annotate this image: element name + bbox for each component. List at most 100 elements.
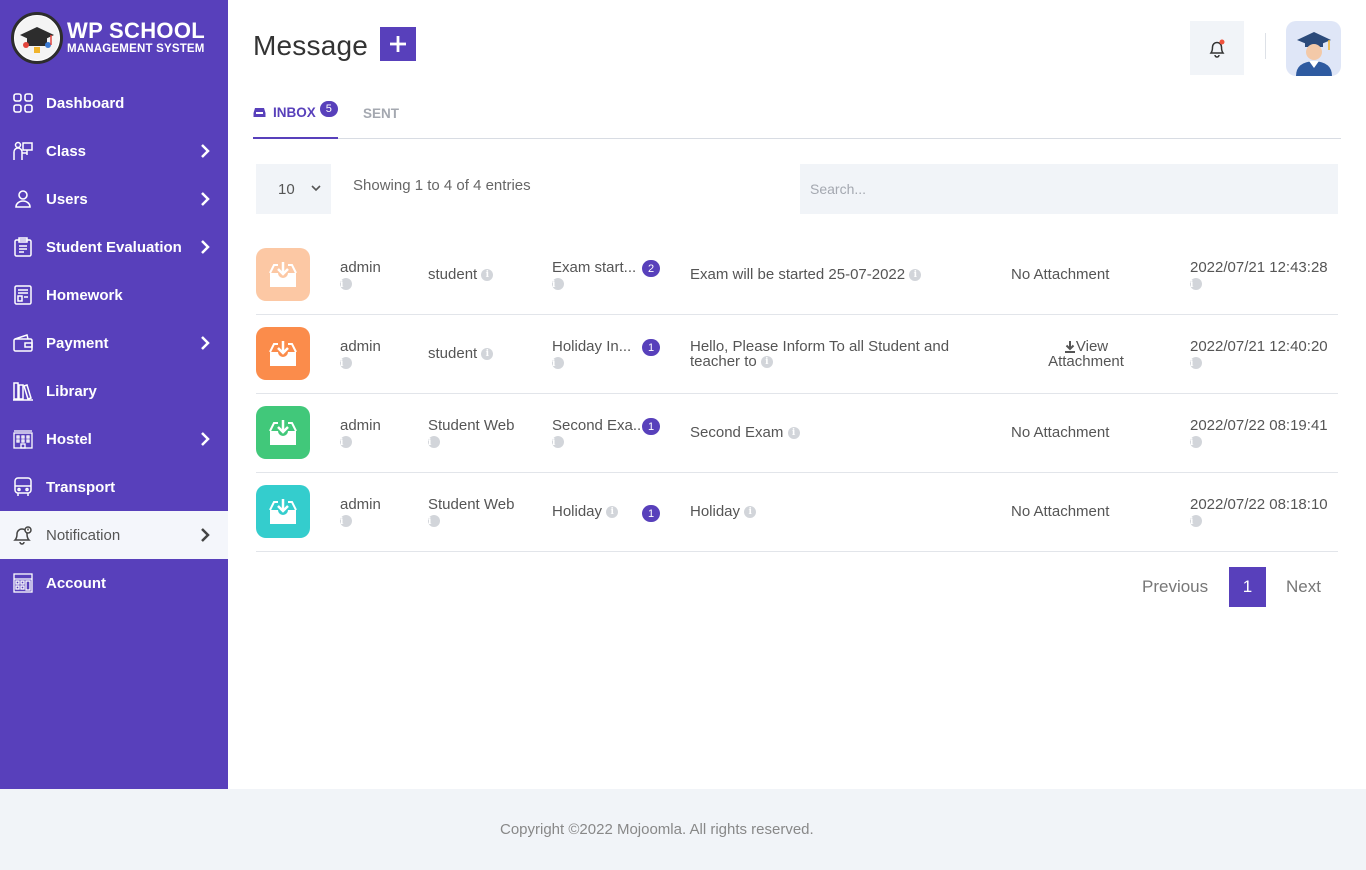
notification-bell-icon [12, 524, 34, 546]
chevron-down-icon [311, 185, 321, 192]
sender-text: admin [340, 417, 381, 434]
sidebar-item-label: Payment [46, 334, 109, 352]
info-icon[interactable]: i [481, 348, 494, 361]
pagination-page-1[interactable]: 1 [1229, 567, 1266, 607]
download-icon [1064, 341, 1076, 354]
info-icon[interactable]: i [340, 436, 352, 448]
sidebar-item-hostel[interactable]: Hostel [0, 415, 228, 463]
info-icon[interactable]: i [1190, 436, 1202, 448]
sidebar-item-label: Dashboard [46, 94, 125, 112]
sidebar-item-label: Transport [46, 478, 116, 496]
sidebar-item-label: Hostel [46, 430, 92, 448]
sidebar-item-label: Class [46, 142, 87, 160]
info-icon[interactable]: i [1190, 515, 1202, 527]
page-title: Message [253, 30, 369, 61]
recipient-text: student [428, 345, 478, 362]
sidebar-item-dashboard[interactable]: Dashboard [0, 79, 228, 127]
info-icon[interactable]: i [428, 436, 440, 448]
date-text: 2022/07/21 12:40:20 [1190, 338, 1328, 355]
subject-text: Second Exa... [552, 417, 646, 434]
user-icon [12, 188, 34, 210]
subject: Holiday i [552, 504, 619, 519]
description: Exam will be started 25-07-2022 i [690, 267, 922, 282]
building-icon [12, 428, 34, 450]
pagination-previous[interactable]: Previous [1142, 577, 1208, 597]
sidebar-item-label: Homework [46, 286, 123, 304]
chevron-right-icon [200, 192, 212, 206]
info-icon[interactable]: i [1190, 278, 1202, 290]
info-icon[interactable]: i [787, 427, 800, 440]
info-icon[interactable]: i [340, 515, 352, 527]
description: Second Exam i [690, 425, 800, 440]
sidebar-item-account[interactable]: Account [0, 559, 228, 607]
sender-text: admin [340, 259, 381, 276]
info-icon[interactable]: i [481, 269, 494, 282]
notifications-button[interactable] [1190, 21, 1244, 75]
user-avatar[interactable] [1286, 21, 1341, 76]
reply-count-badge: 2 [642, 260, 660, 277]
message-date: 2022/07/21 12:40:20 i [1190, 339, 1328, 369]
description: Hello, Please Inform To all Student and … [690, 339, 980, 369]
info-icon[interactable]: i [552, 357, 564, 369]
page-length-value: 10 [278, 180, 295, 198]
message-date: 2022/07/21 12:43:28 i [1190, 260, 1328, 290]
brand-logo[interactable]: WP SCHOOL MANAGEMENT SYSTEM [0, 0, 228, 76]
copyright-text: Copyright ©2022 Mojoomla. All rights res… [500, 821, 814, 838]
school-logo-icon [11, 12, 63, 64]
sidebar-item-label: Student Evaluation [46, 238, 182, 256]
brand-title: WP SCHOOL [67, 18, 205, 44]
inbox-download-icon [256, 485, 310, 538]
sidebar-item-student-evaluation[interactable]: Student Evaluation [0, 223, 228, 271]
bell-icon [1207, 38, 1227, 58]
subject: Holiday In... i [552, 339, 631, 369]
search-input[interactable] [800, 164, 1338, 214]
sidebar-item-users[interactable]: Users [0, 175, 228, 223]
table-row[interactable]: admin i student i Holiday In... i 1 Hello,… [256, 315, 1338, 394]
sidebar-item-payment[interactable]: Payment [0, 319, 228, 367]
table-row[interactable]: admin i Student Web i Holiday i 1 Holiday … [256, 473, 1338, 552]
date-text: 2022/07/21 12:43:28 [1190, 259, 1328, 276]
attachment-status: No Attachment [1011, 266, 1110, 283]
recipient-text: student [428, 266, 478, 283]
info-icon[interactable]: i [552, 278, 564, 290]
sidebar-item-homework[interactable]: Homework [0, 271, 228, 319]
add-message-button[interactable] [380, 27, 416, 61]
attachment-status: No Attachment [1011, 424, 1110, 441]
description-text: Hello, Please Inform To all Student and … [690, 338, 950, 370]
pagination-next[interactable]: Next [1286, 577, 1321, 597]
info-icon[interactable]: i [340, 357, 352, 369]
bus-icon [12, 476, 34, 498]
info-icon[interactable]: i [760, 356, 773, 369]
class-icon [12, 140, 34, 162]
recipient-text: Student Web [428, 496, 515, 513]
page-length-select[interactable]: 10 [256, 164, 331, 214]
info-icon[interactable]: i [744, 506, 757, 519]
view-attachment-link[interactable]: View Attachment [1034, 339, 1138, 369]
subject: Second Exa... i [552, 418, 645, 448]
info-icon[interactable]: i [606, 506, 619, 519]
sender: admin i [340, 260, 381, 290]
chevron-right-icon [200, 336, 212, 350]
info-icon[interactable]: i [1190, 357, 1202, 369]
attachment-status: No Attachment [1011, 503, 1110, 520]
homework-icon [12, 284, 34, 306]
sidebar-item-transport[interactable]: Transport [0, 463, 228, 511]
sidebar-item-class[interactable]: Class [0, 127, 228, 175]
chevron-right-icon [200, 240, 212, 254]
info-icon[interactable]: i [340, 278, 352, 290]
sidebar-item-notification[interactable]: Notification [0, 511, 228, 559]
sidebar-item-library[interactable]: Library [0, 367, 228, 415]
table-row[interactable]: admin i student i Exam start... i 2 Exam w… [256, 236, 1338, 315]
chevron-right-icon [200, 432, 212, 446]
info-icon[interactable]: i [428, 515, 440, 527]
table-row[interactable]: admin i Student Web i Second Exa... i 1 Sec… [256, 394, 1338, 473]
recipient: Student Web i [428, 418, 514, 448]
dashboard-icon [12, 92, 34, 114]
info-icon[interactable]: i [552, 436, 564, 448]
reply-count-badge: 1 [642, 505, 660, 522]
brand-subtitle: MANAGEMENT SYSTEM [67, 43, 205, 56]
tab-sent[interactable]: SENT [363, 100, 399, 138]
message-date: 2022/07/22 08:19:41 i [1190, 418, 1328, 448]
tab-inbox[interactable]: INBOX 5 [253, 100, 338, 139]
info-icon[interactable]: i [909, 269, 922, 282]
